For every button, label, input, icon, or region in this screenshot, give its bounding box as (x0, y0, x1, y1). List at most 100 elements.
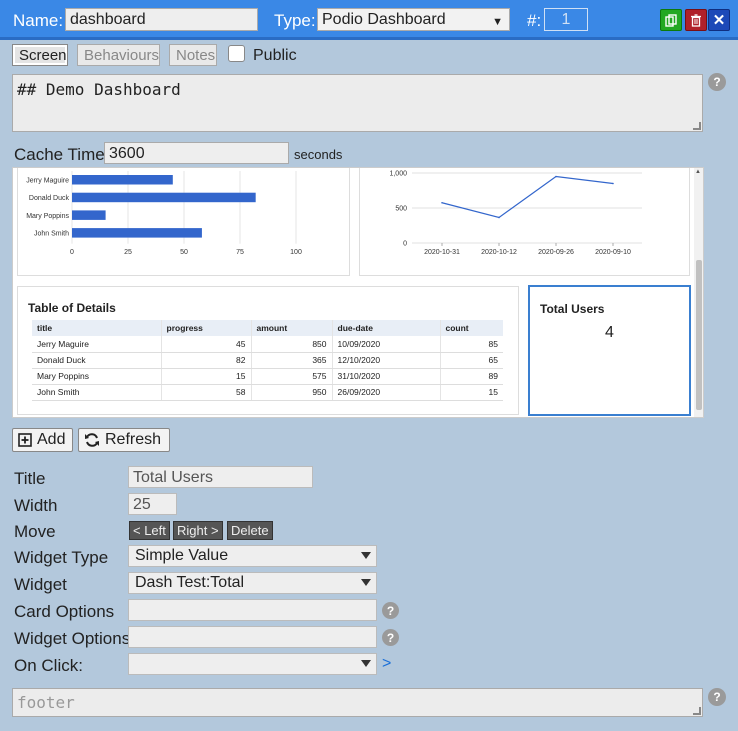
type-label: Type: (274, 11, 316, 30)
table-row: Mary Poppins 15 575 31/10/2020 89 (32, 368, 503, 385)
line-x-tick: 2020-09-10 (595, 249, 631, 256)
bar-x-tick: 0 (70, 249, 74, 256)
card-options-label: Card Options (14, 602, 115, 621)
scrollbar-thumb[interactable] (696, 260, 702, 410)
delete-button[interactable] (685, 9, 707, 31)
line-point (612, 182, 614, 185)
bar (72, 210, 106, 220)
copy-button[interactable] (660, 9, 682, 31)
add-button[interactable]: Add (12, 428, 73, 452)
chevron-down-icon (361, 660, 371, 667)
cell: John Smith (32, 384, 161, 401)
widget-type-select[interactable]: Simple Value (128, 545, 377, 567)
line-point (441, 201, 443, 204)
cell: 31/10/2020 (331, 368, 440, 385)
number-label: #: (527, 11, 542, 30)
help-icon[interactable]: ? (708, 73, 726, 91)
widget-value: Dash Test:Total (135, 574, 245, 591)
widget-type-value: Simple Value (135, 547, 229, 564)
total-users-card[interactable]: Total Users 4 (528, 285, 691, 416)
cell: 850 (250, 336, 332, 353)
preview-scrollbar[interactable]: ▲ (694, 168, 703, 417)
bar-category-label: Mary Poppins (26, 213, 69, 220)
move-right-button[interactable]: Right > (173, 521, 223, 540)
footer-placeholder: footer (17, 693, 75, 712)
col-header: title (32, 320, 161, 336)
bar-category-label: John Smith (34, 231, 69, 238)
col-header: due-date (331, 320, 440, 336)
move-left-button[interactable]: < Left (129, 521, 170, 540)
cell: 26/09/2020 (331, 384, 440, 401)
refresh-label: Refresh (105, 431, 162, 448)
widget-select[interactable]: Dash Test:Total (128, 572, 377, 594)
cell: 15 (160, 368, 251, 385)
table-row: John Smith 58 950 26/09/2020 15 (32, 384, 503, 401)
chevron-down-icon: ▼ (492, 16, 503, 28)
card-options-help-icon[interactable]: ? (382, 602, 399, 619)
tab-behaviours[interactable]: Behaviours (77, 44, 160, 66)
refresh-button[interactable]: Refresh (78, 428, 170, 452)
type-select-value: Podio Dashboard (322, 11, 446, 28)
onclick-link[interactable]: > (382, 655, 391, 673)
width-input[interactable]: 25 (128, 493, 177, 515)
line-y-tick: 1,000 (389, 171, 407, 178)
chevron-down-icon (361, 579, 371, 586)
bar-chart: 0 25 50 75 100 Jerry Maguire Donald Duck Mary P… (26, 171, 302, 256)
line-chart-card: 0 500 1,000 2020-10-31 2020-10-12 2020-09-26 2… (359, 168, 690, 276)
refresh-icon (85, 433, 99, 447)
name-input[interactable]: dashboard (65, 8, 258, 31)
header-text: ## Demo Dashboard (17, 80, 181, 99)
cell: Mary Poppins (32, 368, 161, 385)
widget-type-label: Widget Type (14, 548, 109, 567)
bar-chart-card: 0 25 50 75 100 Jerry Maguire Donald Duck Mary P… (17, 168, 350, 276)
line-x-tick: 2020-10-31 (424, 249, 460, 256)
cell: 365 (250, 352, 332, 369)
card-options-input[interactable] (128, 599, 377, 621)
bar-x-tick: 100 (290, 249, 302, 256)
cache-input[interactable]: 3600 (104, 142, 289, 164)
table-row: Donald Duck 82 365 12/10/2020 65 (32, 352, 503, 369)
table-title: Table of Details (28, 301, 116, 315)
public-checkbox[interactable] (228, 45, 245, 62)
bar-category-label: Jerry Maguire (26, 178, 69, 185)
trash-icon (691, 13, 701, 27)
close-button[interactable]: ✕ (708, 9, 730, 31)
resize-handle-icon[interactable] (693, 707, 701, 715)
width-label: Width (14, 496, 58, 515)
col-header: amount (250, 320, 332, 336)
tab-notes[interactable]: Notes (169, 44, 217, 66)
cell: 10/09/2020 (331, 336, 440, 353)
resize-handle-icon[interactable] (693, 122, 701, 130)
cache-label: Cache Time (14, 145, 105, 164)
widget-options-input[interactable] (128, 626, 377, 648)
plus-square-icon (18, 433, 32, 447)
footer-textarea[interactable]: footer (12, 688, 703, 717)
total-value-text: 4 (605, 324, 614, 341)
name-label: Name: (13, 11, 64, 30)
number-input[interactable]: 1 (544, 8, 588, 31)
tab-screen[interactable]: Screen (12, 44, 68, 66)
move-label: Move (14, 522, 56, 541)
cell: Donald Duck (32, 352, 161, 369)
line-chart: 0 500 1,000 2020-10-31 2020-10-12 2020-09-26 2… (389, 171, 642, 256)
dashboard-preview[interactable]: 0 25 50 75 100 Jerry Maguire Donald Duck Mary P… (12, 167, 704, 418)
bar-x-tick: 75 (236, 249, 244, 256)
onclick-select[interactable] (128, 653, 377, 675)
line-series (441, 175, 614, 219)
title-label: Title (14, 469, 46, 488)
details-table: title progress amount due-date count Jer… (32, 320, 503, 401)
type-select[interactable]: Podio Dashboard ▼ (317, 8, 510, 31)
widget-delete-button[interactable]: Delete (227, 521, 273, 540)
header-textarea[interactable]: ## Demo Dashboard (12, 74, 703, 132)
cell: 65 (439, 352, 503, 369)
table-card: Table of Details title progress amount d… (17, 286, 519, 415)
title-input[interactable]: Total Users (128, 466, 313, 488)
scroll-up-icon[interactable]: ▲ (695, 169, 701, 175)
cell: 575 (250, 368, 332, 385)
footer-help-icon[interactable]: ? (708, 688, 726, 706)
total-title: Total Users (540, 302, 605, 316)
widget-options-help-icon[interactable]: ? (382, 629, 399, 646)
public-label: Public (253, 47, 297, 64)
table-row: Jerry Maguire 45 850 10/09/2020 85 (32, 336, 503, 353)
cache-unit: seconds (294, 147, 343, 162)
